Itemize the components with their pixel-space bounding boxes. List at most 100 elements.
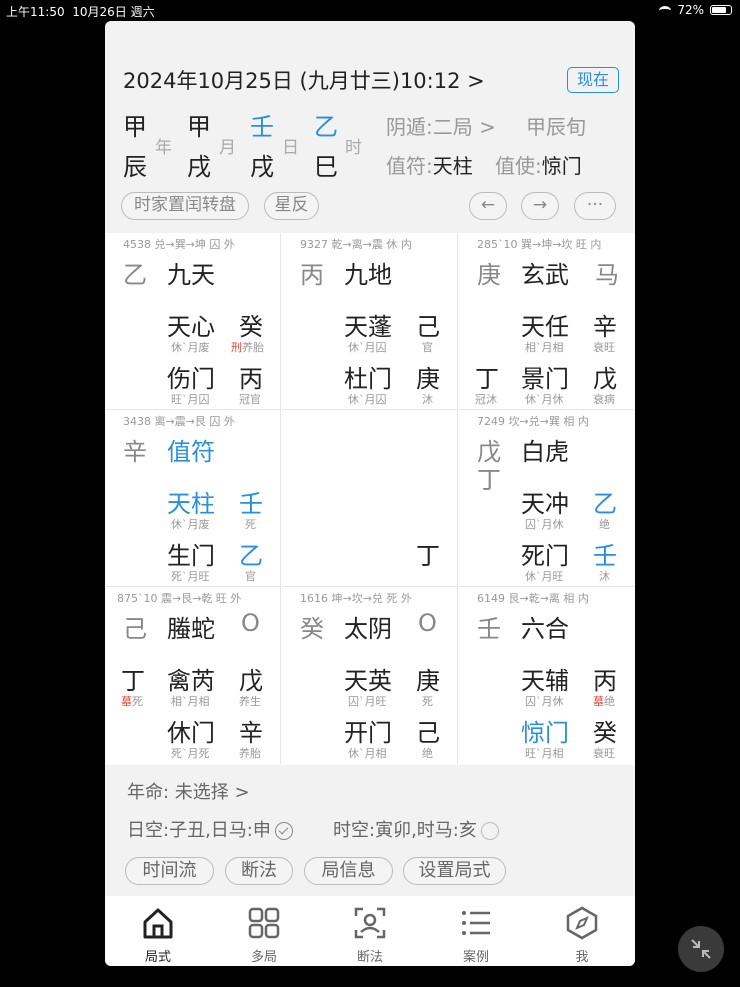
- door-stem-state: 官: [245, 570, 256, 583]
- palace-gen[interactable]: 875`10 震→艮→乾 旺 外 己 螣蛇 O 丁 墓死 禽芮 戊 相`月相 养…: [105, 587, 281, 764]
- door-stem: 己: [416, 719, 440, 747]
- collapse-button[interactable]: [678, 926, 724, 972]
- tab-duoju[interactable]: 多局: [211, 896, 317, 966]
- star-stem: 丙: [593, 667, 617, 695]
- year-label: 年: [155, 138, 172, 158]
- now-button[interactable]: 现在: [567, 67, 619, 93]
- palace-info: 875`10 震→艮→乾 旺 外: [117, 592, 242, 605]
- door-stem: 癸: [593, 719, 617, 747]
- battery-percent: 72%: [677, 3, 704, 17]
- god: 螣蛇: [167, 615, 215, 643]
- dun-selector[interactable]: 阴遁:二局 >: [386, 111, 496, 140]
- door-state: 休`月囚: [348, 393, 387, 406]
- compass-icon: [566, 906, 598, 940]
- palace-li[interactable]: 9327 乾→离→震 休 内 丙 九地 天蓬 己 休`月囚 官 杜门 庚 休`月…: [282, 233, 458, 410]
- god: 九地: [344, 261, 392, 289]
- palace-kun[interactable]: 285`10 巽→坤→坎 旺 内 庚 玄武 马 天任 辛 相`月相 衰旺 丁 冠…: [459, 233, 635, 410]
- tianpan-stem: 辛: [123, 438, 147, 466]
- star-stem: 壬: [239, 490, 263, 518]
- zhishi: 值使:惊门: [495, 154, 582, 178]
- door-stem-state: 衰旺: [593, 747, 615, 760]
- palace-info: 9327 乾→离→震 休 内: [300, 238, 412, 251]
- center-stem: 丁: [416, 542, 440, 570]
- palace-dui[interactable]: 7249 坎→兑→巽 相 内 戊 丁 白虎 天冲 乙 囚`月休 绝 死门 壬 休…: [459, 410, 635, 587]
- tab-me[interactable]: 我: [529, 896, 635, 966]
- palace-xun[interactable]: 4538 兑→巽→坤 囚 外 乙 九天 天心 癸 休`月废 刑养胎 伤门 丙 旺…: [105, 233, 281, 410]
- tab-label: 局式: [144, 950, 171, 965]
- tianpan-stem: 乙: [123, 261, 147, 289]
- tab-label: 案例: [462, 950, 489, 965]
- star-state: 囚`月休: [525, 695, 564, 708]
- tab-label: 多局: [250, 950, 277, 965]
- tianpan-stem: 己: [123, 615, 147, 643]
- star-state: 囚`月旺: [348, 695, 387, 708]
- door: 伤门: [167, 365, 215, 393]
- door-state: 死`月旺: [171, 570, 210, 583]
- tianpan-stem: 丙: [300, 261, 324, 289]
- door-state: 死`月死: [171, 747, 210, 760]
- rikong[interactable]: 日空:子丑,日马:申: [127, 816, 293, 842]
- nianming-selector[interactable]: 年命: 未选择 >: [127, 778, 250, 804]
- door: 死门: [521, 542, 569, 570]
- empty-marker: O: [418, 609, 437, 637]
- timeline-button[interactable]: 时间流: [125, 857, 214, 885]
- god: 六合: [521, 615, 569, 643]
- door-stem: 庚: [416, 365, 440, 393]
- unchecked-circle-icon[interactable]: [480, 822, 499, 840]
- tab-anli[interactable]: 案例: [423, 896, 529, 966]
- set-ju-button[interactable]: 设置局式: [403, 857, 506, 885]
- door-state: 休`月相: [348, 747, 387, 760]
- tab-bar: 局式 多局 断法 案例 我: [105, 896, 635, 966]
- door-stem-state: 衰病: [593, 393, 615, 406]
- star: 禽芮: [167, 667, 215, 695]
- star-stem-state: 死: [245, 518, 256, 531]
- prev-arrow-icon[interactable]: ←: [469, 192, 507, 220]
- year-stem: 甲: [123, 113, 147, 141]
- star-reverse-button[interactable]: 星反: [264, 192, 319, 220]
- day-branch: 戌: [250, 153, 274, 181]
- star-stem: 辛: [593, 313, 617, 341]
- door-state: 旺`月相: [525, 747, 564, 760]
- next-arrow-icon[interactable]: →: [521, 192, 559, 220]
- palace-qian[interactable]: 6149 艮→乾→离 相 内 壬 六合 天辅 丙 囚`月休 墓绝 惊门 癸 旺`…: [459, 587, 635, 764]
- star: 天柱: [167, 490, 215, 518]
- door-stem-state: 沐: [422, 393, 433, 406]
- door: 休门: [167, 719, 215, 747]
- tab-duanfa[interactable]: 断法: [317, 896, 423, 966]
- star: 天冲: [521, 490, 569, 518]
- palace-info: 7249 坎→兑→巽 相 内: [477, 415, 589, 428]
- shikong[interactable]: 时空:寅卯,时马:亥: [333, 816, 499, 842]
- star: 天心: [167, 313, 215, 341]
- door-state: 旺`月囚: [171, 393, 210, 406]
- transfer-mode-button[interactable]: 时家置闰转盘: [121, 192, 249, 220]
- tab-jushi[interactable]: 局式: [105, 896, 211, 966]
- palace-zhen[interactable]: 3438 离→震→艮 囚 外 辛 值符 天柱 壬 休`月废 死 生门 乙 死`月…: [105, 410, 281, 587]
- hour-branch: 巳: [314, 153, 338, 181]
- palace-kan[interactable]: 1616 坤→坎→兑 死 外 癸 太阴 O 天英 庚 囚`月旺 死 开门 己 休…: [282, 587, 458, 764]
- chart-header: 2024年10月25日 (九月廿三)10:12 > 现在 甲 辰 年 甲 戌 月…: [105, 21, 635, 231]
- more-icon[interactable]: ···: [574, 192, 616, 220]
- collapse-arrows-icon: [691, 939, 711, 959]
- star-state: 休`月废: [171, 341, 210, 354]
- star-stem-state: 刑养胎: [231, 341, 264, 354]
- wifi-icon: [659, 5, 672, 15]
- star-state: 相`月相: [525, 341, 564, 354]
- left-stem: 丁: [475, 365, 499, 393]
- checked-circle-icon[interactable]: [274, 822, 293, 840]
- day-label: 日: [282, 138, 299, 158]
- star-stem: 癸: [239, 313, 263, 341]
- palace-center[interactable]: 丁: [282, 410, 458, 587]
- star-state: 休`月囚: [348, 341, 387, 354]
- door-stem: 丙: [239, 365, 263, 393]
- god: 玄武: [521, 261, 569, 289]
- door-stem-state: 绝: [422, 747, 433, 760]
- star-stem: 乙: [593, 490, 617, 518]
- datetime-selector[interactable]: 2024年10月25日 (九月廿三)10:12 >: [123, 65, 485, 95]
- tianpan-stem: 壬: [477, 615, 501, 643]
- star-stem-state: 绝: [599, 518, 610, 531]
- left-state: 冠沐: [475, 393, 497, 406]
- status-bar: 上午11:50 10月26日 週六 72%: [0, 0, 740, 20]
- month-branch: 戌: [187, 153, 211, 181]
- duanfa-button[interactable]: 断法: [225, 857, 293, 885]
- ju-info-button[interactable]: 局信息: [304, 857, 393, 885]
